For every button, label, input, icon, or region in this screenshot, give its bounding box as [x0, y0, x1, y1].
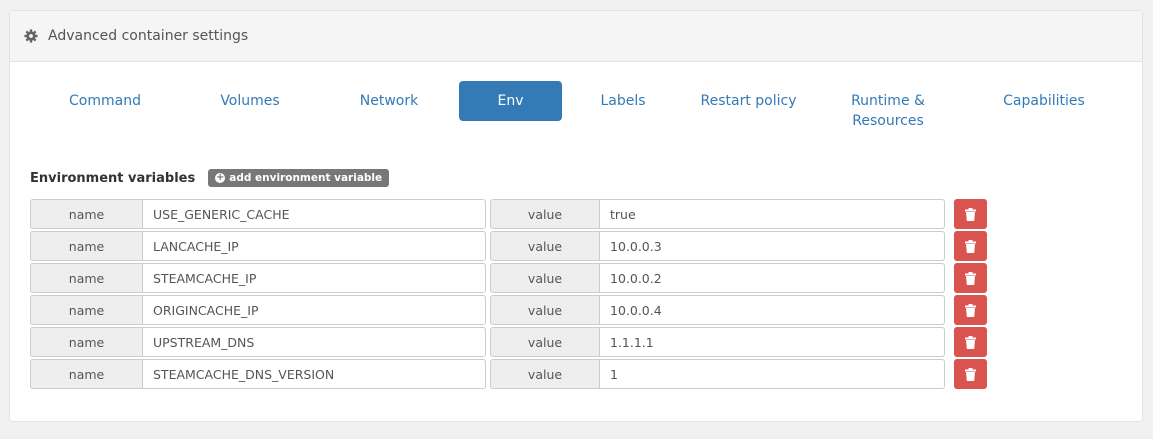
value-input-group: value: [490, 231, 945, 261]
delete-env-button[interactable]: [954, 263, 987, 293]
value-input-group: value: [490, 359, 945, 389]
env-name-input[interactable]: [142, 199, 486, 229]
env-value-input[interactable]: [599, 327, 945, 357]
tab-restart-policy[interactable]: Restart policy: [690, 81, 807, 121]
delete-env-button[interactable]: [954, 231, 987, 261]
env-value-input[interactable]: [599, 295, 945, 325]
delete-env-button[interactable]: [954, 327, 987, 357]
env-value-input[interactable]: [599, 231, 945, 261]
name-addon: name: [30, 199, 142, 229]
env-row: name value: [30, 231, 990, 261]
value-input-group: value: [490, 327, 945, 357]
advanced-settings-panel: Advanced container settings Command Volu…: [9, 10, 1143, 422]
env-name-input[interactable]: [142, 295, 486, 325]
trash-icon: [965, 207, 976, 221]
name-input-group: name: [30, 199, 486, 229]
value-addon: value: [490, 263, 599, 293]
trash-icon: [965, 335, 976, 349]
delete-env-button[interactable]: [954, 295, 987, 325]
env-value-input[interactable]: [599, 199, 945, 229]
value-addon: value: [490, 359, 599, 389]
delete-env-button[interactable]: [954, 199, 987, 229]
plus-circle-icon: +: [215, 172, 226, 183]
gear-icon: [24, 29, 38, 43]
tab-env[interactable]: Env: [459, 81, 562, 121]
name-input-group: name: [30, 231, 486, 261]
trash-icon: [965, 367, 976, 381]
env-row: name value: [30, 327, 990, 357]
panel-heading: Advanced container settings: [10, 11, 1142, 62]
env-name-input[interactable]: [142, 263, 486, 293]
name-addon: name: [30, 359, 142, 389]
name-input-group: name: [30, 263, 486, 293]
tab-command[interactable]: Command: [55, 81, 155, 121]
env-row: name value: [30, 295, 990, 325]
env-row: name value: [30, 199, 990, 229]
env-header: Environment variables + add environment …: [30, 169, 390, 187]
value-addon: value: [490, 295, 599, 325]
name-addon: name: [30, 295, 142, 325]
value-addon: value: [490, 327, 599, 357]
tab-capabilities[interactable]: Capabilities: [989, 81, 1099, 121]
name-addon: name: [30, 327, 142, 357]
settings-tabs: Command Volumes Network Env Labels Resta…: [10, 81, 1142, 129]
value-addon: value: [490, 231, 599, 261]
env-name-input[interactable]: [142, 231, 486, 261]
env-title: Environment variables: [30, 170, 196, 186]
env-value-input[interactable]: [599, 263, 945, 293]
tab-runtime-resources[interactable]: Runtime & Resources: [828, 81, 948, 129]
name-addon: name: [30, 231, 142, 261]
env-row: name value: [30, 359, 990, 389]
trash-icon: [965, 271, 976, 285]
add-env-variable-label: add environment variable: [229, 172, 383, 184]
name-addon: name: [30, 263, 142, 293]
env-row: name value: [30, 263, 990, 293]
value-input-group: value: [490, 295, 945, 325]
env-section: Environment variables + add environment …: [30, 169, 987, 389]
tab-volumes[interactable]: Volumes: [200, 81, 300, 121]
trash-icon: [965, 303, 976, 317]
env-value-input[interactable]: [599, 359, 945, 389]
trash-icon: [965, 239, 976, 253]
value-input-group: value: [490, 199, 945, 229]
env-name-input[interactable]: [142, 327, 486, 357]
env-name-input[interactable]: [142, 359, 486, 389]
name-input-group: name: [30, 359, 486, 389]
panel-title: Advanced container settings: [48, 28, 249, 44]
value-input-group: value: [490, 263, 945, 293]
tab-labels[interactable]: Labels: [573, 81, 673, 121]
name-input-group: name: [30, 295, 486, 325]
tab-network[interactable]: Network: [339, 81, 439, 121]
value-addon: value: [490, 199, 599, 229]
add-env-variable-button[interactable]: + add environment variable: [208, 169, 390, 187]
name-input-group: name: [30, 327, 486, 357]
delete-env-button[interactable]: [954, 359, 987, 389]
